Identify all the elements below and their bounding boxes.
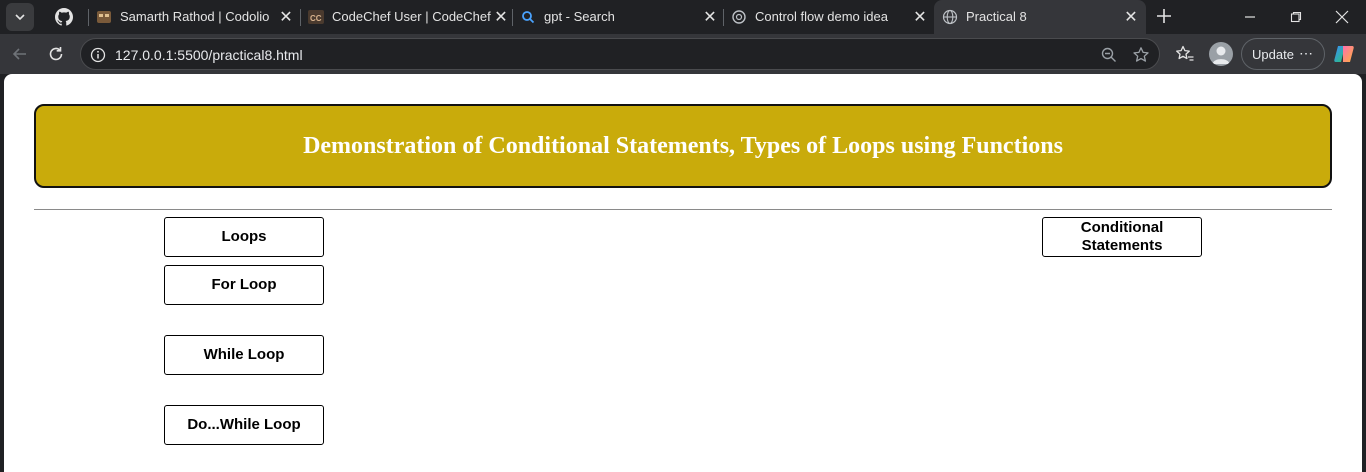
globe-icon (942, 9, 958, 25)
close-icon[interactable]: ✕ (702, 9, 718, 26)
url-text[interactable]: 127.0.0.1:5500/practical8.html (115, 47, 303, 63)
user-icon (1212, 46, 1230, 64)
arrow-left-icon (12, 48, 26, 60)
while-loop-button[interactable]: While Loop (164, 335, 324, 375)
restore-button[interactable] (1286, 7, 1306, 27)
tab-search-button[interactable] (6, 3, 34, 31)
plus-icon (1157, 9, 1171, 23)
close-icon[interactable]: ✕ (493, 9, 509, 26)
tab-strip: Samarth Rathod | Codolio ✕ CC CodeChef U… (0, 0, 1366, 34)
tab-codechef[interactable]: CC CodeChef User | CodeChef ✕ (300, 0, 512, 34)
tab-title: Control flow demo idea (755, 9, 888, 24)
codolio-icon (96, 9, 112, 25)
restore-icon (1290, 11, 1302, 23)
tab-control-flow[interactable]: Control flow demo idea ✕ (723, 0, 934, 34)
window-close-button[interactable] (1332, 7, 1352, 27)
page-viewport: Demonstration of Conditional Statements,… (4, 74, 1362, 472)
minimize-button[interactable] (1240, 7, 1260, 27)
loops-button[interactable]: Loops (164, 217, 324, 257)
bookmark-star-icon[interactable] (1132, 46, 1150, 64)
close-icon[interactable]: ✕ (1123, 9, 1139, 26)
address-bar[interactable]: 127.0.0.1:5500/practical8.html (80, 38, 1160, 70)
close-icon[interactable]: ✕ (278, 9, 294, 26)
reload-button[interactable] (45, 43, 67, 65)
horizontal-rule (34, 209, 1332, 210)
new-tab-button[interactable] (1153, 5, 1175, 27)
minimize-icon (1245, 16, 1255, 18)
svg-text:CC: CC (310, 14, 322, 23)
close-icon[interactable]: ✕ (912, 9, 928, 26)
tab-codolio[interactable]: Samarth Rathod | Codolio ✕ (88, 0, 300, 34)
chevron-down-icon (15, 14, 25, 21)
zoom-out-icon[interactable] (1100, 46, 1118, 64)
tab-title: gpt - Search (544, 9, 615, 24)
do-while-loop-button[interactable]: Do...While Loop (164, 405, 324, 445)
favorites-icon[interactable] (1175, 44, 1195, 64)
tab-practical-8[interactable]: Practical 8 ✕ (934, 0, 1146, 34)
github-icon[interactable] (53, 6, 75, 28)
url-path: :5500/practical8.html (173, 47, 303, 63)
for-loop-button[interactable]: For Loop (164, 265, 324, 305)
codechef-icon: CC (308, 9, 324, 25)
chatgpt-icon (731, 9, 747, 25)
close-icon (1335, 10, 1349, 24)
search-icon (520, 9, 536, 25)
more-options-icon[interactable]: ⋯ (1299, 45, 1314, 62)
info-icon[interactable] (90, 47, 106, 63)
browser-toolbar: 127.0.0.1:5500/practical8.html Update ⋯ (0, 34, 1366, 74)
tab-title: CodeChef User | CodeChef (332, 9, 491, 24)
page-title: Demonstration of Conditional Statements,… (303, 132, 1063, 159)
tab-title: Practical 8 (966, 9, 1027, 24)
tab-title: Samarth Rathod | Codolio (120, 9, 270, 24)
update-label: Update (1252, 46, 1294, 62)
back-button[interactable] (9, 43, 31, 65)
copilot-icon[interactable] (1333, 43, 1355, 65)
update-button[interactable]: Update ⋯ (1241, 38, 1325, 70)
profile-avatar[interactable] (1209, 42, 1233, 66)
url-host: 127.0.0.1 (115, 47, 174, 63)
page-header-banner: Demonstration of Conditional Statements,… (34, 104, 1332, 188)
conditional-statements-button[interactable]: Conditional Statements (1042, 217, 1202, 257)
reload-icon (49, 47, 63, 61)
tab-gpt-search[interactable]: gpt - Search ✕ (512, 0, 723, 34)
